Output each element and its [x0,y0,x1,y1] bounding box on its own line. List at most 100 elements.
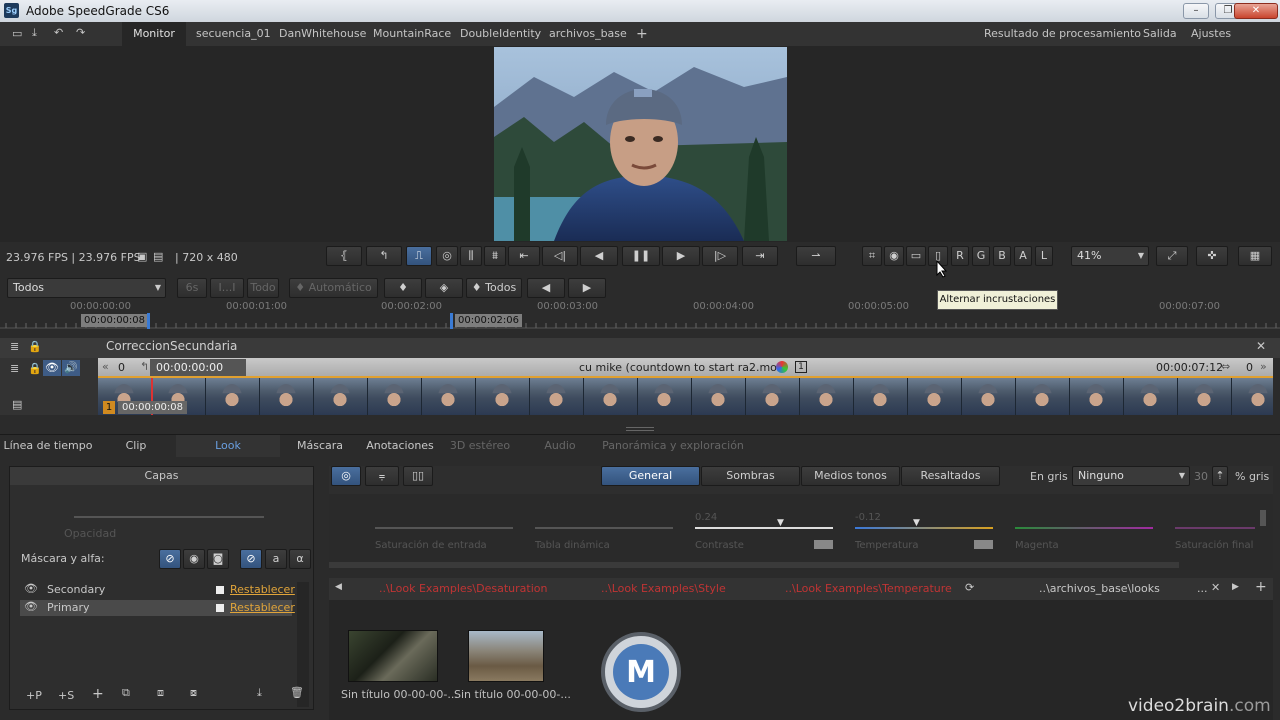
gray-percent[interactable]: 30 [1194,470,1208,483]
next-frame-button[interactable]: |▷ [702,246,738,266]
final-saturation-slider[interactable] [1175,527,1255,529]
tab-clip[interactable]: Clip [96,435,176,457]
zoom-dropdown[interactable]: 41% ▼ [1071,246,1149,266]
loop-button[interactable]: ↰ [366,246,402,266]
temperature-reset-swatch[interactable] [974,540,993,549]
layers-up-icon[interactable]: ⧈ [157,686,164,700]
tab-settings[interactable]: Ajustes [1185,22,1237,46]
reset-link[interactable]: Restablecer [230,583,295,596]
layers-down-icon[interactable]: ⧇ [190,686,197,700]
tab-danwhitehouse[interactable]: DanWhitehouse [273,22,372,46]
tone-highlights-button[interactable]: Resaltados [901,466,1000,486]
layer-row-selected[interactable]: 👁 Primary Restablecer [20,600,295,616]
look-path-tab[interactable]: ..\Look Examples\Desaturation [379,582,547,595]
close-window-button[interactable]: ✕ [1234,3,1278,19]
opacity-slider[interactable] [74,516,264,518]
pause-button[interactable]: ❚❚ [622,246,660,266]
trim-left-icon[interactable]: « [102,360,109,373]
refresh-icon[interactable]: ⟳ [965,581,974,594]
add-tab-button[interactable]: + [630,22,654,46]
in-point-timecode[interactable]: 00:00:00:08 [81,314,149,327]
tab-secuencia[interactable]: secuencia_01 [190,22,277,46]
prev-frame-button[interactable]: ◁| [542,246,578,266]
fit-button[interactable]: ⤢ [1156,246,1188,266]
look-path-tab[interactable]: ..\Look Examples\Temperature [785,582,952,595]
eye-icon[interactable]: 👁 [24,600,38,613]
jog-button[interactable]: ⇀ [796,246,836,266]
play-button[interactable]: ▶ [662,246,700,266]
layout-button[interactable]: ▦ [1238,246,1272,266]
tab-doubleidentity[interactable]: DoubleIdentity [454,22,547,46]
out-point-timecode[interactable]: 00:00:02:06 [455,314,523,327]
magenta-slider[interactable] [1015,527,1153,529]
tab-mask[interactable]: Máscara [280,435,360,457]
reset-link[interactable]: Restablecer [230,601,295,614]
crop-button[interactable]: ⌗ [862,246,882,266]
temperature-slider[interactable] [855,527,993,529]
visibility-icon[interactable]: 👁 [43,360,61,376]
next-keyframe-button[interactable]: ▶ [568,278,606,298]
go-to-start-button[interactable]: ⇤ [508,246,540,266]
trim-icon[interactable]: ⇔ [1221,360,1230,373]
add-keyframe-button[interactable]: ♦ [384,278,422,298]
safe-area-button[interactable]: ▭ [906,246,926,266]
all-range-button[interactable]: Todo [247,278,279,298]
channel-a-button[interactable]: A [1014,246,1032,266]
prev-keyframe-button[interactable]: ◀ [527,278,565,298]
go-to-end-button[interactable]: ⇥ [742,246,778,266]
tab-archivos-base[interactable]: archivos_base [543,22,633,46]
scroll-right-icon[interactable]: ▶ [1232,582,1239,592]
add-path-icon[interactable]: + [1255,579,1267,595]
channel-b-button[interactable]: B [993,246,1011,266]
undo-icon[interactable]: ↶ [54,26,63,39]
color-wheels-button[interactable]: ◎ [331,466,361,486]
center-button[interactable]: ✜ [1196,246,1228,266]
mask-circle-button[interactable]: ◉ [183,549,205,569]
tab-mountainrace[interactable]: MountainRace [367,22,457,46]
mask-toggle-button[interactable]: ⊘ [159,549,181,569]
clip-filmstrip[interactable] [98,378,1273,415]
add-primary-button[interactable]: +P [26,689,42,702]
tab-audio[interactable]: Audio [520,435,600,457]
mark-in-button[interactable]: ⦃ [326,246,362,266]
close-track-icon[interactable]: ✕ [1256,339,1266,353]
save-frame-icon[interactable]: ▤ [153,250,163,263]
minimize-button[interactable]: – [1183,3,1209,19]
channel-r-button[interactable]: R [951,246,969,266]
in-point-marker[interactable] [147,313,150,329]
add-layer-icon[interactable]: + [92,686,104,702]
input-saturation-slider[interactable] [375,527,513,529]
horizontal-scrollbar[interactable] [329,562,1179,568]
open-folder-icon[interactable]: ▭ [12,27,22,40]
save-look-icon[interactable]: ⤓ [257,686,262,700]
track-menu-icon[interactable]: ≣ [10,362,19,375]
scroll-left-icon[interactable]: ◀ [335,582,342,592]
tab-render-result[interactable]: Resultado de procesamiento [978,22,1147,46]
alpha-toggle-button[interactable]: ⊘ [240,549,262,569]
range-button[interactable]: ⎍ [406,246,432,266]
lock-icon[interactable]: 🔒 [28,362,42,375]
video-frame[interactable] [494,47,787,241]
add-secondary-button[interactable]: +S [58,689,74,702]
lock-icon[interactable]: 🔒 [28,340,42,353]
tab-look[interactable]: Look [176,435,280,457]
contrast-reset-swatch[interactable] [814,540,833,549]
frames-6s-button[interactable]: 6s [177,278,207,298]
gray-dropdown[interactable]: Ninguno ▼ [1072,466,1190,486]
close-path-icon[interactable]: ✕ [1211,581,1220,594]
alpha-a-button[interactable]: a [265,549,287,569]
tone-general-button[interactable]: General [601,466,700,486]
tab-monitor[interactable]: Monitor [122,22,186,46]
auto-keyframe-button[interactable]: ♦ Automático [289,278,378,298]
panel-resize-handle[interactable] [626,427,654,431]
save-icon[interactable]: ⤓ [32,26,37,40]
tab-output[interactable]: Salida [1137,22,1183,46]
trim-right-icon[interactable]: » [1260,360,1267,373]
filter-dropdown[interactable]: Todos ▼ [7,278,166,298]
out-point-marker[interactable] [450,313,453,329]
look-thumbnail[interactable] [468,630,544,682]
timeline-ruler[interactable]: 00:00:00:00 00:00:01:00 00:00:02:00 00:0… [0,300,1280,336]
mask-square-button[interactable]: ◙ [207,549,229,569]
tab-annotations[interactable]: Anotaciones [360,435,440,457]
look-thumbnail[interactable] [348,630,438,682]
